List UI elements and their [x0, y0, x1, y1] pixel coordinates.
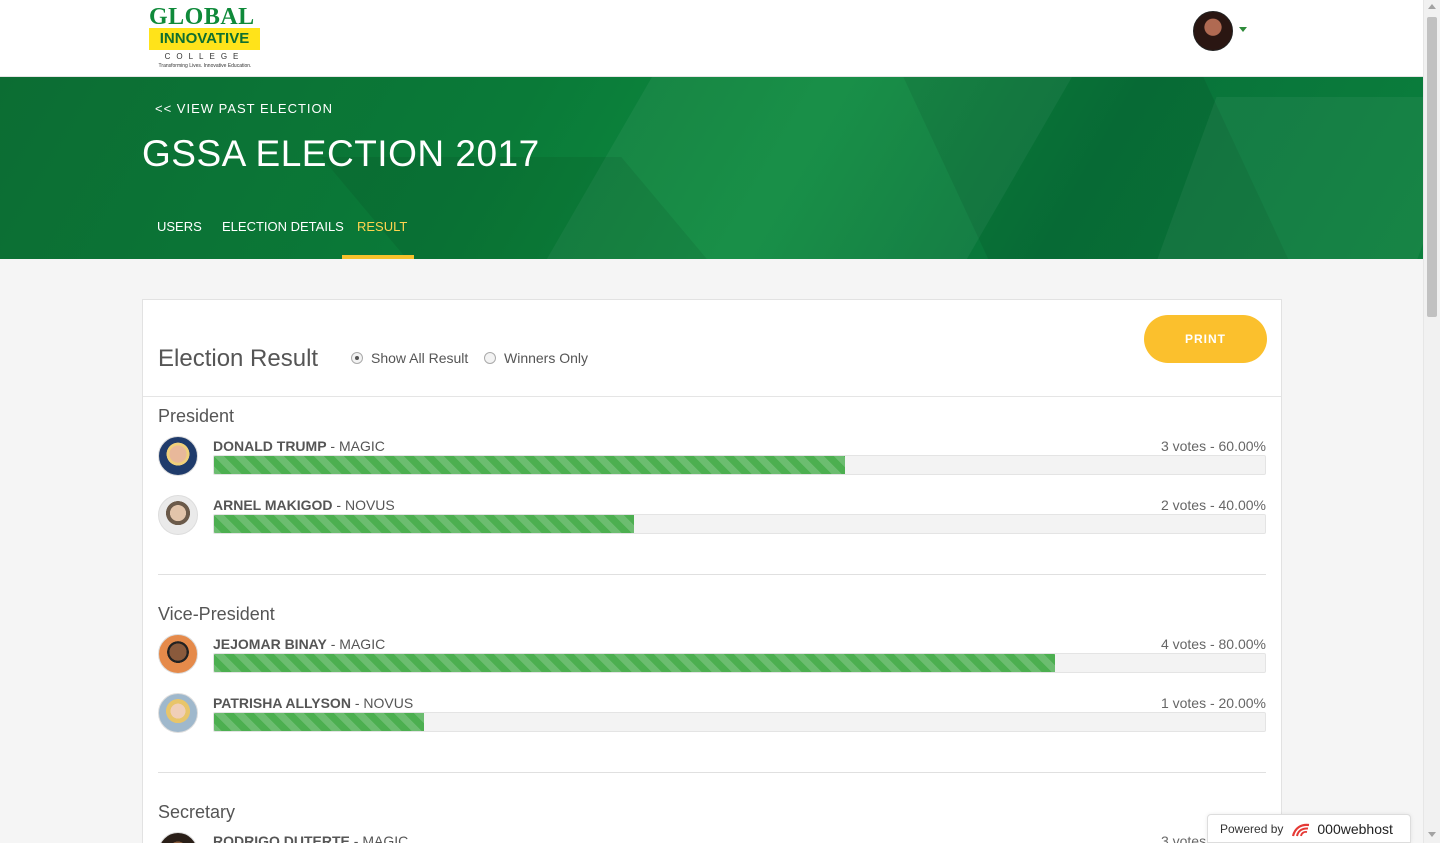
- candidate-name-text: PATRISHA ALLYSON: [213, 695, 351, 711]
- logo-line1: GLOBAL: [149, 4, 255, 30]
- candidate-party: - MAGIC: [326, 438, 385, 454]
- vote-progress-fill: [214, 713, 425, 731]
- radio-unchecked-icon[interactable]: [484, 352, 496, 364]
- logo-line3: COLLEGE: [164, 52, 245, 61]
- vote-progress-bar: [213, 712, 1266, 732]
- result-card-header: Election Result Show All Result Winners …: [143, 300, 1281, 397]
- tab-election-details[interactable]: ELECTION DETAILS: [222, 219, 344, 234]
- candidate-votes: 4 votes - 80.00%: [1160, 636, 1266, 652]
- scrollbar-thumb[interactable]: [1427, 17, 1437, 317]
- tab-result[interactable]: RESULT: [357, 219, 407, 234]
- page-title: GSSA ELECTION 2017: [142, 133, 540, 174]
- vote-progress-bar: [213, 514, 1266, 534]
- vote-progress-fill: [214, 515, 635, 533]
- position-title-secretary: Secretary: [158, 802, 236, 822]
- election-result-card: Election Result Show All Result Winners …: [142, 299, 1282, 843]
- candidate-name: PATRISHA ALLYSON - NOVUS: [213, 695, 413, 711]
- candidate-name-text: DONALD TRUMP: [213, 438, 327, 454]
- candidate-avatar: [158, 634, 198, 674]
- candidate-party: - NOVUS: [350, 695, 414, 711]
- powered-by-badge[interactable]: Powered by 000webhost: [1207, 814, 1411, 843]
- radio-label: Show All Result: [371, 350, 469, 366]
- scroll-up-arrow-icon[interactable]: [1428, 4, 1436, 9]
- candidate-name-text: JEJOMAR BINAY: [213, 636, 327, 652]
- candidate-avatar: [158, 693, 198, 733]
- vote-progress-bar: [213, 455, 1266, 475]
- candidate-party: - NOVUS: [332, 497, 395, 513]
- vote-progress-bar: [213, 653, 1266, 673]
- candidate-name-text: RODRIGO DUTERTE: [213, 833, 350, 843]
- page-scrollbar[interactable]: [1423, 0, 1440, 843]
- candidate-avatar: [158, 495, 198, 535]
- candidate-party: - MAGIC: [326, 636, 386, 652]
- vote-progress-fill: [214, 654, 1055, 672]
- scroll-down-arrow-icon[interactable]: [1428, 832, 1436, 837]
- winners-only-radio[interactable]: Winners Only: [484, 350, 588, 366]
- position-title-vice-president: Vice-President: [158, 604, 275, 624]
- position-title-president: President: [158, 406, 235, 426]
- active-tab-indicator: [342, 255, 414, 259]
- tab-users[interactable]: USERS: [157, 219, 202, 234]
- candidate-avatar: [158, 832, 198, 843]
- candidate-name: JEJOMAR BINAY - MAGIC: [213, 636, 385, 652]
- webhost-logo-icon: [1291, 822, 1313, 836]
- logo-line2: INNOVATIVE: [149, 28, 260, 50]
- top-navbar: GLOBAL INNOVATIVE COLLEGE Transforming L…: [0, 0, 1423, 77]
- candidate-name: ARNEL MAKIGOD - NOVUS: [213, 497, 395, 513]
- candidate-avatar: [158, 436, 198, 476]
- print-button[interactable]: PRINT: [1144, 315, 1267, 363]
- radio-checked-icon[interactable]: [351, 352, 363, 364]
- candidate-party: - MAGIC: [349, 833, 409, 843]
- candidate-votes: 3 votes - 60.00%: [1160, 438, 1266, 454]
- result-title: Election Result: [158, 345, 319, 372]
- candidate-votes: 1 votes - 20.00%: [1160, 695, 1266, 711]
- webhost-name: 000webhost: [1317, 820, 1393, 837]
- election-hero-banner: << VIEW PAST ELECTION GSSA ELECTION 2017…: [0, 77, 1423, 259]
- user-avatar-icon[interactable]: [1193, 11, 1233, 51]
- candidate-name: DONALD TRUMP - MAGIC: [213, 438, 385, 454]
- show-all-result-radio[interactable]: Show All Result: [351, 350, 468, 366]
- section-divider: [158, 574, 1266, 575]
- section-divider: [158, 772, 1266, 773]
- powered-by-label: Powered by: [1220, 821, 1284, 836]
- logo-tagline: Transforming Lives. Innovative Education…: [158, 63, 252, 69]
- view-past-election-link[interactable]: << VIEW PAST ELECTION: [155, 101, 333, 116]
- candidate-name: RODRIGO DUTERTE - MAGIC: [213, 833, 408, 843]
- caret-down-icon[interactable]: [1239, 27, 1247, 32]
- vote-progress-fill: [214, 456, 845, 474]
- radio-label: Winners Only: [504, 350, 589, 366]
- candidate-votes: 2 votes - 40.00%: [1160, 497, 1266, 513]
- candidate-name-text: ARNEL MAKIGOD: [213, 497, 333, 513]
- college-logo[interactable]: GLOBAL INNOVATIVE COLLEGE Transforming L…: [147, 4, 263, 74]
